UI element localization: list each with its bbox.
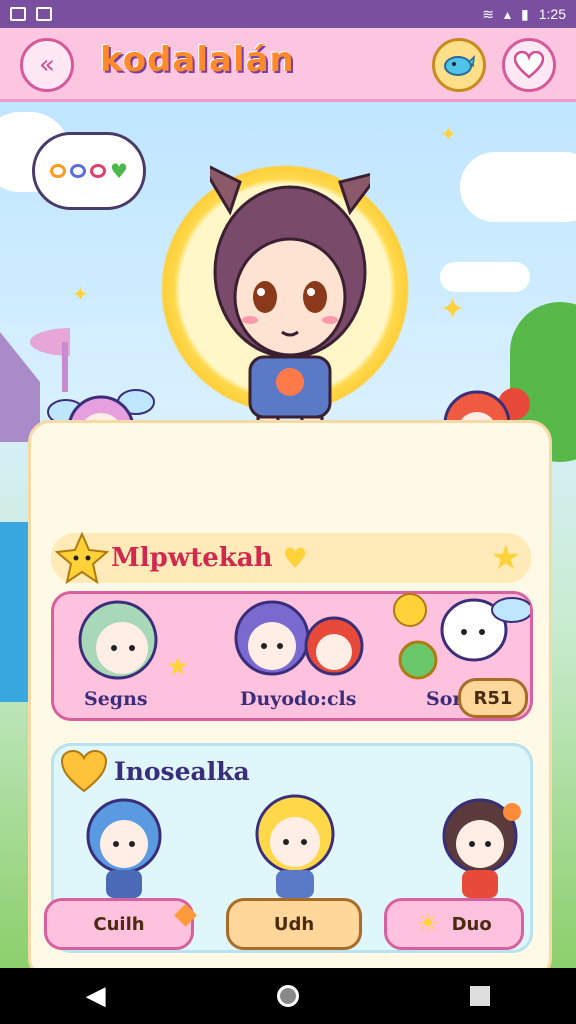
character-avatar[interactable] bbox=[390, 590, 530, 686]
character-avatar[interactable] bbox=[430, 796, 530, 900]
character-label: Cuilh bbox=[93, 913, 145, 935]
character-row-1: Segns Duyodo:cls Sor R51 ★ bbox=[51, 591, 533, 721]
section-title-2: Inosealka bbox=[114, 756, 250, 786]
bubble-dot-icon bbox=[70, 164, 87, 178]
back-button[interactable]: « bbox=[20, 38, 74, 92]
app-title: kodalalán bbox=[100, 40, 295, 80]
speech-bubble: ♥ bbox=[32, 132, 146, 210]
star-icon: ★ bbox=[166, 652, 190, 682]
nav-back-button[interactable]: ◀ bbox=[86, 981, 106, 1011]
character-button-3[interactable]: ☀ Duo bbox=[384, 898, 524, 950]
notification-icon bbox=[10, 7, 26, 21]
favorites-button[interactable] bbox=[502, 38, 556, 92]
status-time: 1:25 bbox=[538, 6, 566, 22]
chevron-left-icon: « bbox=[39, 50, 55, 80]
bubble-dot-icon bbox=[90, 164, 107, 178]
signal-icon: ▴ bbox=[504, 5, 512, 22]
character-avatar[interactable] bbox=[240, 792, 350, 900]
character-label: Sor bbox=[426, 688, 463, 710]
heart-icon: ♥ bbox=[282, 541, 308, 575]
wifi-icon: ≋ bbox=[482, 5, 494, 22]
heart-badge-icon bbox=[60, 749, 108, 793]
star-icon: ★ bbox=[490, 538, 521, 578]
sparkle-icon: ✦ bbox=[72, 282, 89, 306]
character-label: Segns bbox=[84, 688, 148, 710]
battery-icon: ▮ bbox=[521, 5, 529, 22]
character-label: Udh bbox=[273, 913, 315, 935]
character-avatar[interactable] bbox=[74, 796, 174, 900]
section-header-1: Mlpwtekah ♥ ★ bbox=[51, 532, 531, 584]
whale-icon bbox=[444, 54, 475, 76]
character-button-1[interactable]: Cuilh bbox=[44, 898, 194, 950]
character-avatar[interactable] bbox=[232, 594, 372, 686]
app-header: « kodalalán bbox=[0, 28, 576, 102]
bubble-heart-icon: ♥ bbox=[110, 159, 128, 183]
nav-home-button[interactable] bbox=[276, 985, 299, 1007]
nav-recents-button[interactable] bbox=[470, 986, 491, 1006]
character-button-2[interactable]: Udh bbox=[226, 898, 362, 950]
cloud bbox=[440, 262, 530, 292]
bubble-dot-icon bbox=[50, 164, 67, 178]
sparkle-icon: ✦ bbox=[440, 292, 466, 327]
status-right: ≋ ▴ ▮ 1:25 bbox=[482, 6, 566, 23]
character-label: Duo bbox=[451, 913, 492, 935]
sparkle-icon: ✦ bbox=[440, 122, 457, 146]
star-mascot-icon bbox=[55, 532, 109, 584]
music-notification-icon bbox=[36, 7, 52, 21]
character-row-2: Inosealka Cuilh Udh ☀ Duo ◆ bbox=[44, 743, 533, 953]
character-avatar[interactable] bbox=[70, 594, 166, 686]
select-button[interactable]: R51 bbox=[458, 678, 528, 718]
characters-panel: Mlpwtekah ♥ ★ Segns Duyodo:cls Sor R51 ★… bbox=[28, 420, 552, 968]
section-title-1: Mlpwtekah bbox=[111, 543, 273, 573]
section-header-2: Inosealka bbox=[54, 746, 524, 796]
whale-button[interactable] bbox=[432, 38, 486, 92]
heart-icon bbox=[514, 51, 544, 79]
character-label: Duyodo:cls bbox=[240, 688, 357, 710]
cloud bbox=[460, 152, 576, 222]
system-nav-bar: ◀ bbox=[0, 968, 576, 1024]
game-scene: ♥ ✦ ✦ ✦ ✦ ★ bbox=[0, 102, 576, 968]
status-left bbox=[10, 7, 52, 21]
sun-icon: ☀ bbox=[416, 909, 440, 939]
status-bar: ≋ ▴ ▮ 1:25 bbox=[0, 0, 576, 28]
fox-icon: ◆ bbox=[174, 896, 198, 931]
